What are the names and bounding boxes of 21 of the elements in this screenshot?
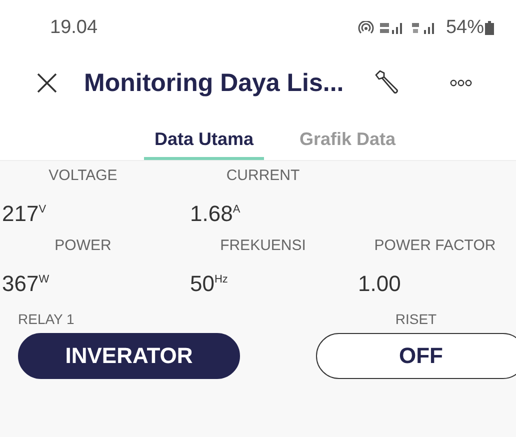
metric-label: FREKUENSI — [219, 237, 307, 256]
window-title: Monitoring Daya Lis... — [84, 68, 344, 98]
toggle-button[interactable]: OFF — [316, 333, 516, 379]
battery-icon — [485, 21, 494, 35]
metric-value: 1.68$^{A}$ — [189, 200, 242, 228]
toggle-button[interactable]: INVERATOR — [18, 333, 240, 379]
control-label: RELAY 1 — [18, 311, 76, 329]
metric-label: VOLTAGE — [48, 167, 118, 186]
hotspot-icon — [358, 21, 374, 35]
metric-label: POWER — [54, 237, 112, 256]
close-icon[interactable] — [36, 72, 58, 94]
metric-value: 367$^{W}$ — [1, 270, 50, 298]
metric-label: POWER FACTOR — [373, 237, 497, 256]
status-time: 19.04 — [50, 17, 98, 39]
control-label: RISET — [395, 311, 437, 329]
battery-level: 54% — [446, 17, 484, 39]
metric-value: 217$^{V}$ — [1, 200, 48, 228]
metric-label: CURRENT — [225, 167, 301, 186]
more-icon[interactable] — [450, 79, 472, 87]
metric-value: 50$^{Hz}$ — [189, 270, 229, 298]
metric-value: 1.00 — [357, 270, 402, 298]
